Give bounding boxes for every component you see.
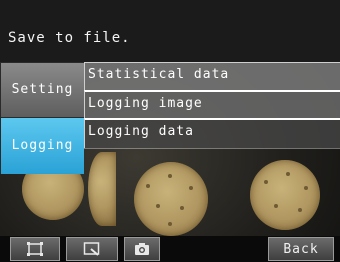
zoom-window-button[interactable] [66, 237, 118, 261]
frame-button[interactable] [10, 237, 60, 261]
camera-button[interactable] [124, 237, 160, 261]
screen: Save to file. Setting Logging Statistica… [0, 0, 340, 262]
camera-icon [134, 242, 150, 256]
title-bar: Save to file. [0, 0, 340, 62]
camera-feed-cracker [134, 162, 208, 236]
frame-icon [26, 241, 44, 257]
zoom-window-icon [83, 241, 101, 257]
menu-item-logging-image[interactable]: Logging image [84, 90, 340, 118]
camera-feed-cracker [88, 152, 116, 226]
tab-setting[interactable]: Setting [0, 62, 84, 118]
menu-item-logging-data[interactable]: Logging data [84, 118, 340, 148]
menu-panel-divider [84, 148, 340, 149]
tab-logging[interactable]: Logging [0, 118, 84, 174]
camera-feed-cracker [250, 160, 320, 230]
menu-item-statistical-data[interactable]: Statistical data [84, 62, 340, 90]
back-button[interactable]: Back [268, 237, 334, 261]
page-title: Save to file. [8, 30, 131, 46]
